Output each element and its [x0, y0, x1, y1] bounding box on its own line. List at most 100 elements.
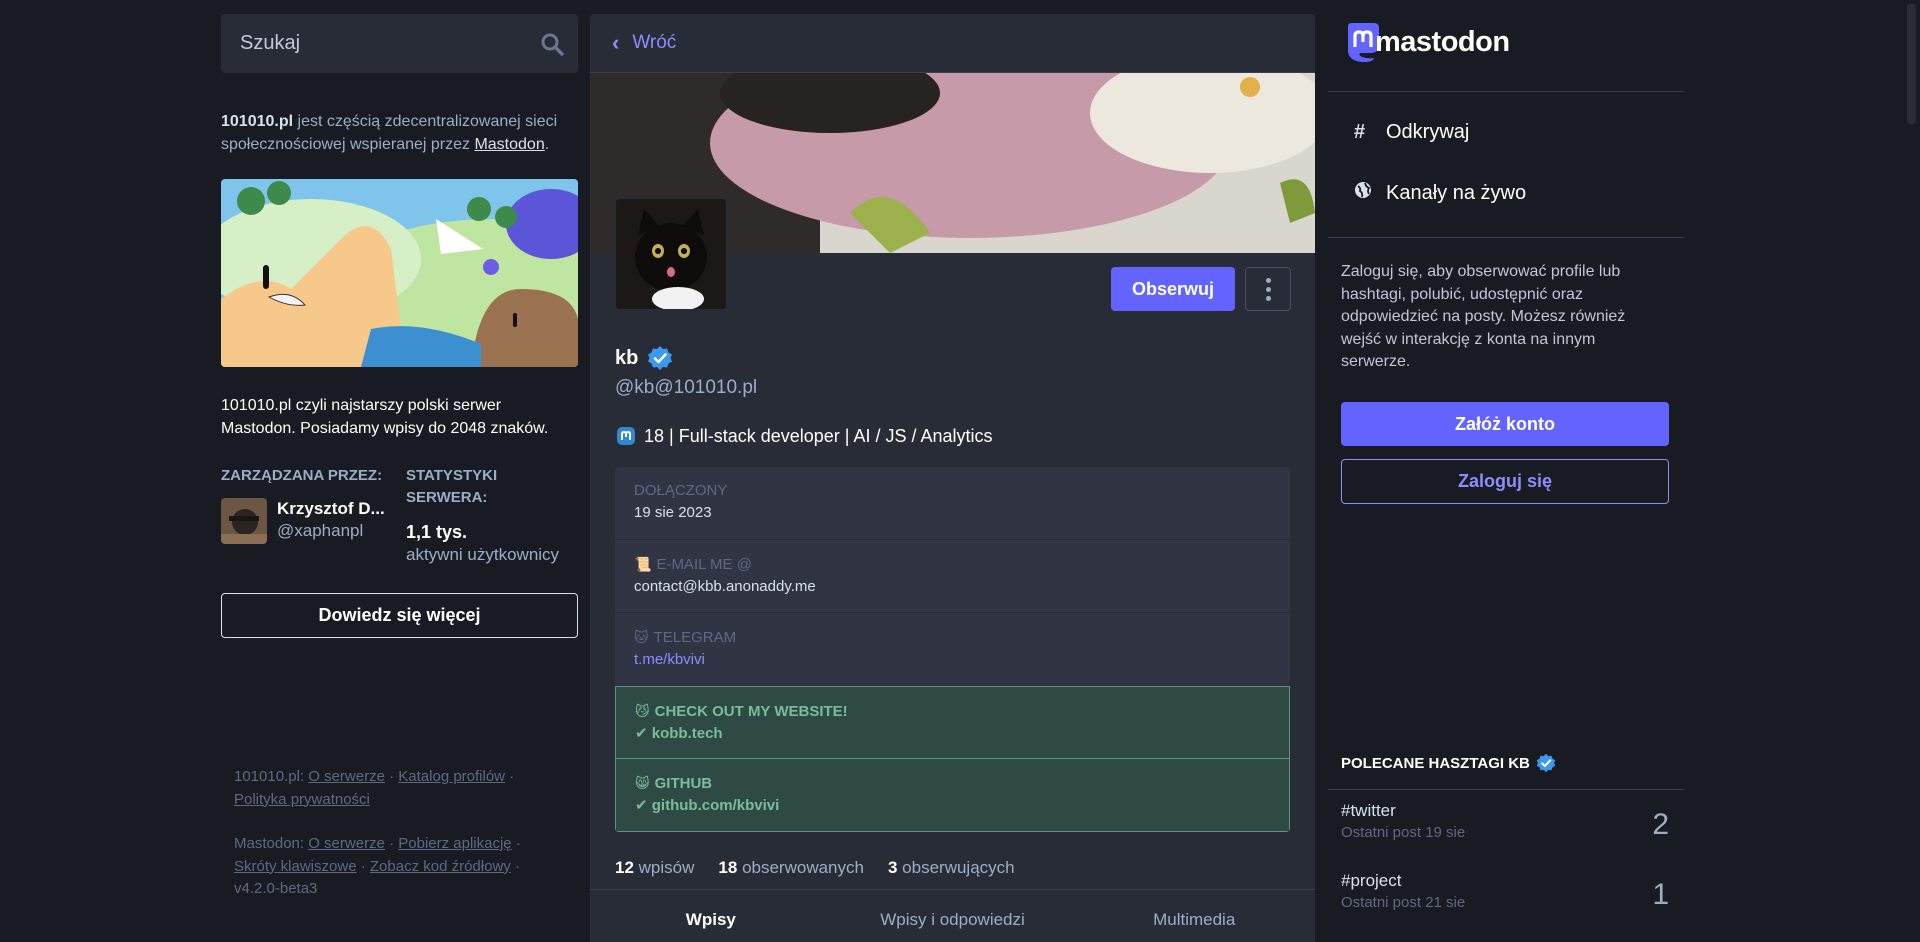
signup-button[interactable]: Załóż konto	[1341, 402, 1669, 446]
footer-shortcuts-link[interactable]: Skróty klawiszowe	[234, 858, 357, 875]
posts-count-label: wpisów	[638, 858, 695, 877]
server-domain: 101010.pl	[221, 113, 294, 130]
following-count[interactable]: 18 obserwowanych	[718, 858, 864, 878]
profile-avatar[interactable]	[614, 197, 728, 311]
posts-count[interactable]: 12 wpisów	[615, 858, 694, 878]
tab-posts-and-replies[interactable]: Wpisy i odpowiedzi	[832, 890, 1074, 942]
page-scrollbar[interactable]	[1903, 0, 1920, 942]
profile-counts: 12 wpisów 18 obserwowanych 3 obserwujący…	[590, 858, 1315, 878]
footer-source-code-link[interactable]: Zobacz kod źródłowy	[370, 858, 511, 875]
field-label: 🐱 TELEGRAM	[634, 626, 1271, 649]
footer-sep: ·	[360, 857, 366, 875]
profile-field-telegram: 🐱 TELEGRAM t.me/kbvivi	[615, 613, 1290, 686]
server-stats-label: STATYSTYKI SERWERA:	[406, 467, 498, 506]
followers-count-label: obserwujących	[902, 858, 1015, 877]
field-label: 😼 CHECK OUT MY WEBSITE!	[635, 700, 1270, 723]
footer-mastodon-about-link[interactable]: O serwerze	[308, 835, 385, 852]
active-users-count: 1,1 tys.	[406, 522, 468, 542]
followers-count[interactable]: 3 obserwujących	[888, 858, 1015, 878]
scroll-emoji-icon: 📜	[634, 556, 652, 572]
server-stats-section: ZARZĄDZANA PRZEZ: Krzysztof D... @xaphan…	[221, 465, 578, 566]
profile-handle: @kb@101010.pl	[615, 377, 758, 398]
profile-bio: 18 | Full-stack developer | AI / JS / An…	[590, 423, 1315, 449]
display-name-text: kb	[615, 346, 639, 369]
tag-name[interactable]: #twitter	[1341, 800, 1669, 822]
posts-count-number: 12	[615, 858, 634, 877]
profile-field-github: 😸 GITHUB ✔ github.com/kbvivi	[615, 759, 1290, 832]
tag-count: 2	[1652, 808, 1669, 841]
mastodon-emoji-icon	[617, 427, 635, 445]
learn-more-button[interactable]: Dowiedz się więcej	[221, 593, 578, 638]
footer-privacy-link[interactable]: Polityka prywatności	[234, 791, 370, 808]
server-stats: STATYSTYKI SERWERA: 1,1 tys. aktywni uży…	[406, 465, 578, 566]
tab-posts[interactable]: Wpisy	[590, 890, 832, 942]
tag-last-post: Ostatni post 19 sie	[1341, 824, 1466, 841]
featured-tag-item[interactable]: #project Ostatni post 21 sie 1	[1341, 870, 1669, 914]
profile-tabs: Wpisy Wpisy i odpowiedzi Multimedia	[590, 889, 1315, 942]
admin-avatar-image	[221, 498, 267, 544]
footer-sep: ·	[509, 768, 515, 785]
field-value: contact@kbb.anonaddy.me	[634, 578, 816, 595]
footer-sep: ·	[389, 768, 395, 785]
back-label: Wróć	[632, 32, 677, 53]
mastodon-logo[interactable]: mastodon	[1344, 22, 1510, 62]
admin-handle[interactable]: @xaphanpl	[277, 520, 387, 542]
cat-emoji-icon: 😸	[635, 775, 650, 791]
following-count-label: obserwowanych	[742, 858, 864, 877]
featured-tags-header: POLECANE HASZTAGI KB	[1341, 753, 1556, 773]
hero-illustration	[221, 179, 578, 367]
website-link[interactable]: kobb.tech	[652, 725, 723, 742]
field-label-text: E-MAIL ME @	[656, 556, 752, 573]
server-hero-image	[221, 179, 578, 367]
divider	[1328, 789, 1684, 790]
tab-media[interactable]: Multimedia	[1073, 890, 1315, 942]
admin-avatar[interactable]	[221, 498, 267, 544]
cat-emoji-icon: 😼	[635, 703, 650, 719]
featured-tag-item[interactable]: #twitter Ostatni post 19 sie 2	[1341, 800, 1669, 844]
chevron-left-icon: ‹	[612, 30, 620, 55]
nav-explore[interactable]: # Odkrywaj	[1354, 121, 1469, 144]
tag-count: 1	[1652, 878, 1669, 911]
profile-field-email: 📜 E-MAIL ME @ contact@kbb.anonaddy.me	[615, 540, 1290, 613]
more-options-icon[interactable]	[1245, 267, 1291, 311]
right-sidebar: mastodon # Odkrywaj Kanały na żywo Zalog…	[1328, 0, 1684, 942]
left-sidebar: 101010.pl jest częścią zdecentralizowane…	[221, 14, 578, 638]
telegram-link[interactable]: t.me/kbvivi	[634, 649, 1271, 671]
footer-sep: ·	[515, 835, 521, 852]
field-value: 19 sie 2023	[634, 504, 712, 521]
footer-get-app-link[interactable]: Pobierz aplikację	[398, 835, 511, 852]
scrollbar-thumb[interactable]	[1907, 4, 1916, 124]
search-input[interactable]	[221, 14, 578, 73]
admin-account[interactable]: Krzysztof D... @xaphanpl	[221, 498, 406, 544]
footer-version: v4.2.0-beta3	[234, 880, 318, 897]
bio-text: 18 | Full-stack developer | AI / JS / An…	[644, 426, 993, 446]
server-description: 101010.pl czyli najstarszy polski serwer…	[221, 397, 549, 437]
search-icon[interactable]	[540, 32, 564, 56]
profile-column: ‹ Wróć Obserwuj kb @kb@101010.pl 18 | Fu…	[590, 14, 1315, 942]
tag-name[interactable]: #project	[1341, 870, 1669, 892]
check-icon: ✔	[635, 725, 652, 742]
follow-button[interactable]: Obserwuj	[1111, 267, 1235, 311]
administered-by-label: ZARZĄDZANA PRZEZ:	[221, 467, 383, 484]
profile-fields: DOŁĄCZONY 19 sie 2023 📜 E-MAIL ME @ conta…	[615, 467, 1290, 832]
nav-live-feeds[interactable]: Kanały na żywo	[1354, 181, 1526, 205]
globe-icon	[1354, 181, 1374, 205]
mastodon-link[interactable]: Mastodon	[474, 136, 544, 153]
github-link[interactable]: github.com/kbvivi	[652, 797, 780, 814]
left-footer: 101010.pl: O serwerze · Katalog profilów…	[234, 766, 554, 901]
admin-name[interactable]: Krzysztof D...	[277, 498, 387, 520]
field-value: ✔ github.com/kbvivi	[635, 795, 1270, 817]
footer-mastodon-label: Mastodon:	[234, 835, 305, 852]
divider	[1328, 91, 1684, 92]
profile-field-joined: DOŁĄCZONY 19 sie 2023	[615, 467, 1290, 540]
back-button[interactable]: ‹ Wróć	[590, 14, 1315, 73]
footer-about-link[interactable]: O serwerze	[308, 768, 385, 785]
followers-count-number: 3	[887, 858, 898, 877]
hashtag-icon: #	[1354, 121, 1366, 143]
footer-directory-link[interactable]: Katalog profilów	[398, 768, 505, 785]
footer-mastodon-links: Mastodon: O serwerze · Pobierz aplikację…	[234, 833, 554, 901]
login-button[interactable]: Zaloguj się	[1341, 459, 1669, 504]
login-prompt: Zaloguj się, aby obserwować profile lub …	[1341, 263, 1626, 371]
nav-live-feeds-label: Kanały na żywo	[1386, 181, 1527, 204]
administered-by: ZARZĄDZANA PRZEZ: Krzysztof D... @xaphan…	[221, 465, 406, 566]
